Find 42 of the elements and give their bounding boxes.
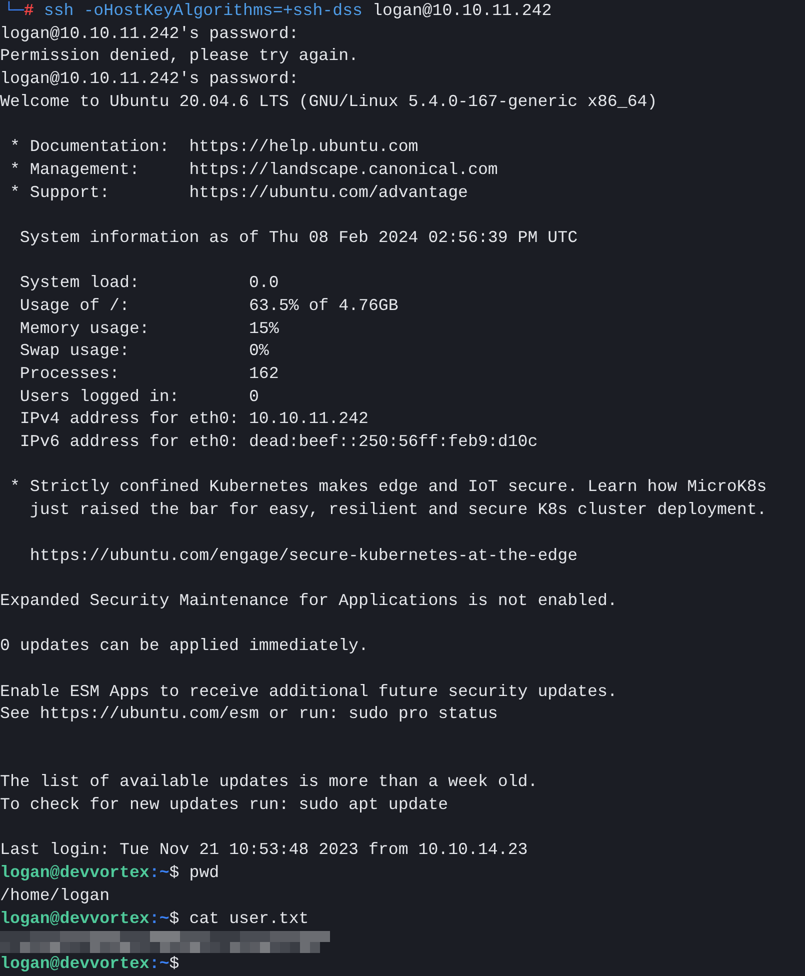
prompt-user: logan@devvortex — [0, 863, 150, 882]
command-text: pwd — [189, 863, 220, 882]
output-line: Enable ESM Apps to receive additional future security updates. — [0, 680, 618, 703]
output-line: System information as of Thu 08 Feb 2024 02:56:39 PM UTC — [18, 226, 578, 249]
output-line: Swap usage: 0% — [18, 340, 269, 362]
prompt-path: :~ — [149, 908, 170, 928]
output-line: logan@10.10.11.242's password: — [0, 22, 299, 45]
command-text: cat user.txt — [189, 908, 309, 928]
output-line: https://ubuntu.com/engage/secure-kubernetes-at-the-edge — [28, 544, 578, 566]
output-line: IPv4 address for eth0: 10.10.11.242 — [18, 408, 368, 430]
output-line: Permission denied, please try again. — [0, 45, 358, 68]
output-line: /home/logan — [0, 884, 110, 907]
output-line: Processes: 162 — [18, 363, 279, 385]
output-line: * Management: https://landscape.canonical.com — [8, 158, 498, 181]
output-line: System load: 0.0 — [18, 272, 279, 294]
prompt-path: :~ — [149, 863, 170, 882]
output-line: Welcome to Ubuntu 20.04.6 LTS (GNU/Linux 5.4.0-167-generic x86_64) — [0, 90, 658, 113]
command-text: ssh -oHostKeyAlgorithms=+ssh-dss — [44, 1, 363, 20]
output-line: * Strictly confined Kubernetes makes edge and IoT secure. Learn how MicroK8s — [8, 476, 767, 498]
prompt-user: logan@devvortex — [0, 908, 150, 928]
output-line: just raised the bar for easy, resilient and secure K8s cluster deployment. — [28, 499, 767, 522]
output-line: 0 updates can be applied immediately. — [0, 635, 368, 658]
prompt-symbol: $ — [169, 863, 180, 882]
output-line: Last login: Tue Nov 21 10:53:48 2023 from 10.10.14.23 — [0, 839, 528, 862]
output-line: See https://ubuntu.com/esm or run: sudo pro status — [0, 703, 498, 726]
output-line: Memory usage: 15% — [18, 318, 279, 340]
output-line: Users logged in: 0 — [18, 386, 259, 408]
output-line: Usage of /: 63.5% of 4.76GB — [18, 294, 398, 317]
output-line: * Documentation: https://help.ubuntu.com — [8, 136, 418, 158]
output-line: logan@10.10.11.242's password: — [0, 68, 299, 90]
prompt-symbol: # — [24, 1, 34, 20]
prompt-symbol: $ — [169, 908, 180, 928]
prompt-path: :~ — [149, 954, 170, 973]
output-line: Expanded Security Maintenance for Applications is not enabled. — [0, 590, 618, 612]
prompt-user: logan@devvortex — [0, 954, 150, 973]
prompt-symbol: $ — [169, 954, 180, 973]
output-line: * Support: https://ubuntu.com/advantage — [8, 182, 468, 204]
output-line: The list of available updates is more than a week old. — [0, 771, 538, 794]
command-argument: logan@10.10.11.242 — [372, 1, 552, 20]
output-line: IPv6 address for eth0: dead:beef::250:56ff:feb9:d10c — [18, 431, 538, 454]
prompt-corner: └─ — [4, 1, 24, 20]
output-line: To check for new updates run: sudo apt update — [0, 794, 448, 816]
